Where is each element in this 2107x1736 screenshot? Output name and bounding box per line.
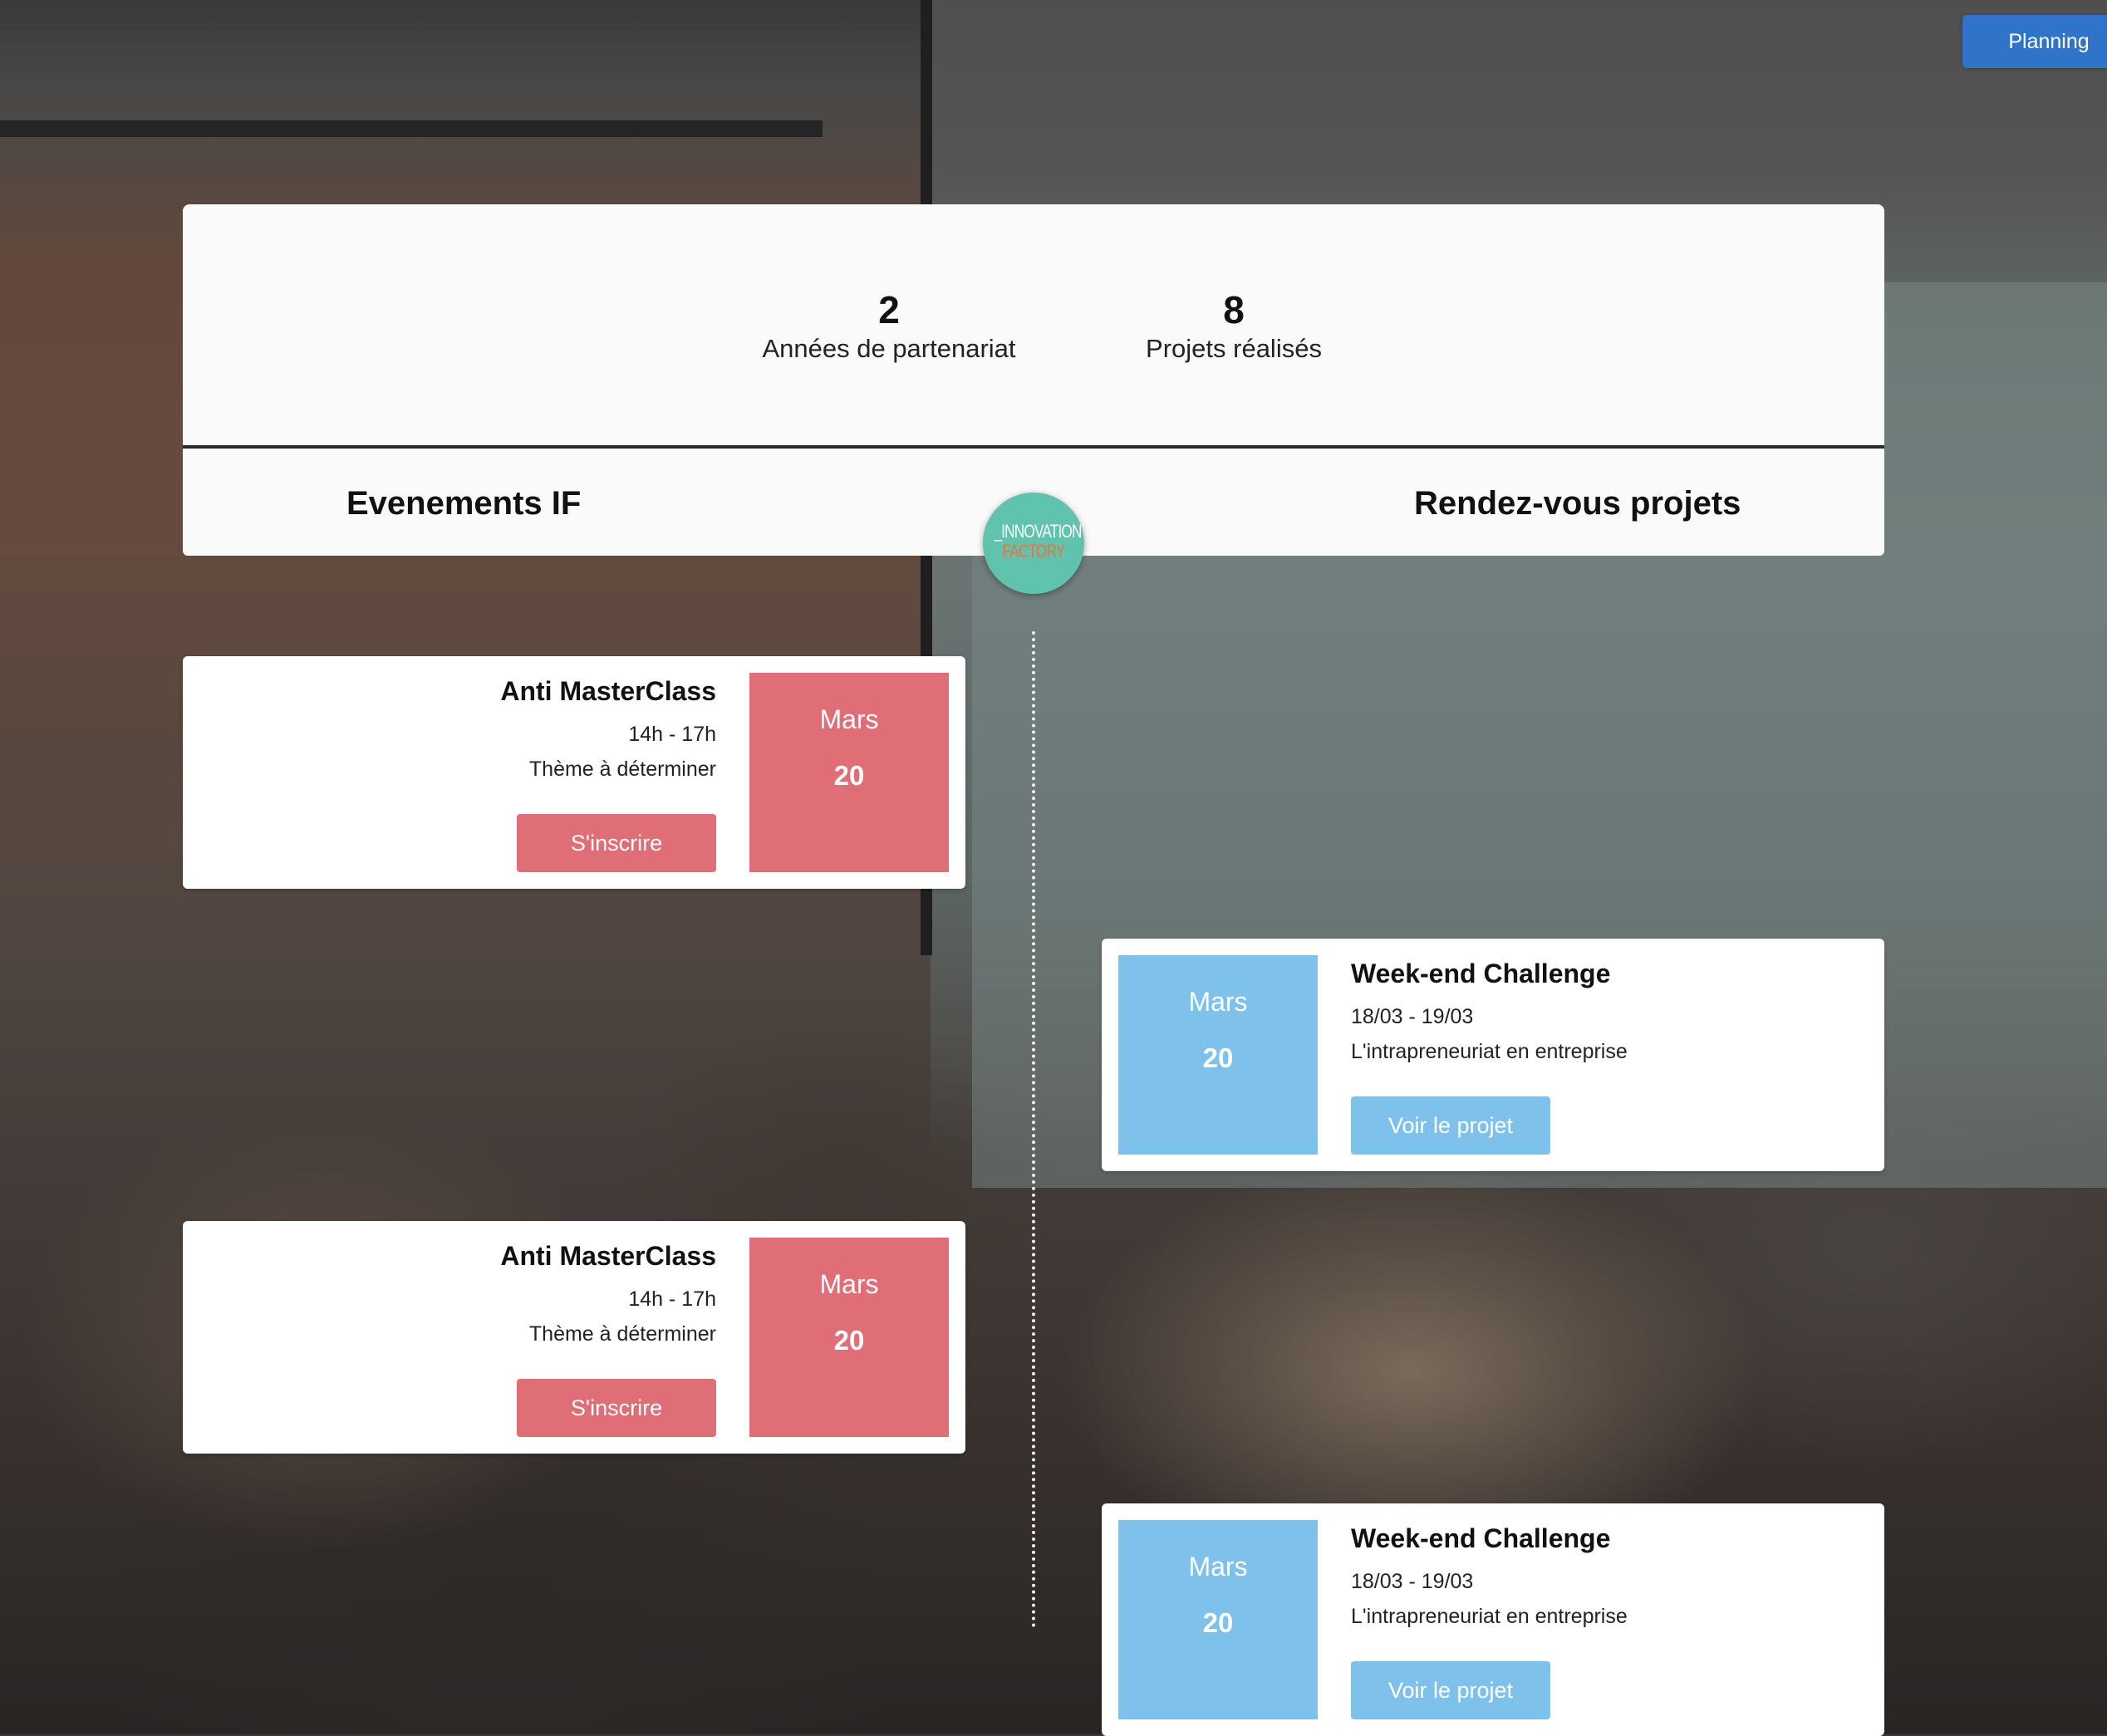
stat-projects-done: 8 Projets réalisés [1059, 287, 1408, 365]
project-title: Week-end Challenge [1351, 959, 1611, 988]
project-title: Week-end Challenge [1351, 1523, 1611, 1553]
register-button[interactable]: S'inscrire [517, 1379, 716, 1437]
planning-button[interactable]: Planning [1962, 15, 2107, 68]
background-beam [0, 120, 823, 137]
view-project-button[interactable]: Voir le projet [1351, 1096, 1550, 1155]
project-card: Mars 20 Week-end Challenge 18/03 - 19/03… [1102, 1503, 1884, 1736]
project-date-box: Mars 20 [1118, 955, 1318, 1155]
event-time: 14h - 17h [628, 723, 716, 746]
event-theme: Thème à déterminer [528, 1322, 716, 1346]
stat-partnership-years: 2 Années de partenariat [715, 287, 1063, 365]
events-heading: Evenements IF [346, 485, 582, 522]
stats-panel: 2 Années de partenariat 8 Projets réalis… [183, 204, 1884, 445]
stat-label: Années de partenariat [762, 334, 1016, 363]
event-title: Anti MasterClass [500, 1241, 716, 1271]
project-subject: L'intrapreneuriat en entreprise [1351, 1605, 1628, 1628]
project-month: Mars [1188, 987, 1248, 1017]
project-dates: 18/03 - 19/03 [1351, 1570, 1474, 1593]
stat-value: 2 [878, 288, 900, 331]
stat-value: 8 [1223, 288, 1245, 331]
event-card: Anti MasterClass 14h - 17h Thème à déter… [183, 1221, 965, 1454]
register-button[interactable]: S'inscrire [517, 814, 716, 872]
timeline-line [1032, 631, 1035, 1628]
project-dates: 18/03 - 19/03 [1351, 1005, 1474, 1028]
view-project-button[interactable]: Voir le projet [1351, 1661, 1550, 1719]
event-theme: Thème à déterminer [528, 758, 716, 781]
event-date-box: Mars 20 [749, 1238, 949, 1437]
project-card: Mars 20 Week-end Challenge 18/03 - 19/03… [1102, 939, 1884, 1171]
innovation-factory-logo: _INNOVATION FACTORY [983, 493, 1084, 594]
event-date-box: Mars 20 [749, 673, 949, 872]
event-month: Mars [819, 704, 879, 734]
project-month: Mars [1188, 1552, 1248, 1582]
event-month: Mars [819, 1269, 879, 1299]
logo-text-innovation: _INNOVATION [994, 521, 1082, 542]
project-day: 20 [1202, 1607, 1234, 1638]
projects-heading: Rendez-vous projets [1414, 485, 1741, 522]
event-title: Anti MasterClass [500, 676, 716, 706]
event-card: Anti MasterClass 14h - 17h Thème à déter… [183, 656, 965, 889]
logo-text-factory: FACTORY [1002, 541, 1066, 562]
event-time: 14h - 17h [628, 1287, 716, 1311]
project-day: 20 [1202, 1042, 1234, 1073]
project-subject: L'intrapreneuriat en entreprise [1351, 1040, 1628, 1063]
stat-label: Projets réalisés [1146, 334, 1322, 363]
project-date-box: Mars 20 [1118, 1520, 1318, 1719]
event-day: 20 [833, 760, 865, 791]
event-day: 20 [833, 1325, 865, 1356]
